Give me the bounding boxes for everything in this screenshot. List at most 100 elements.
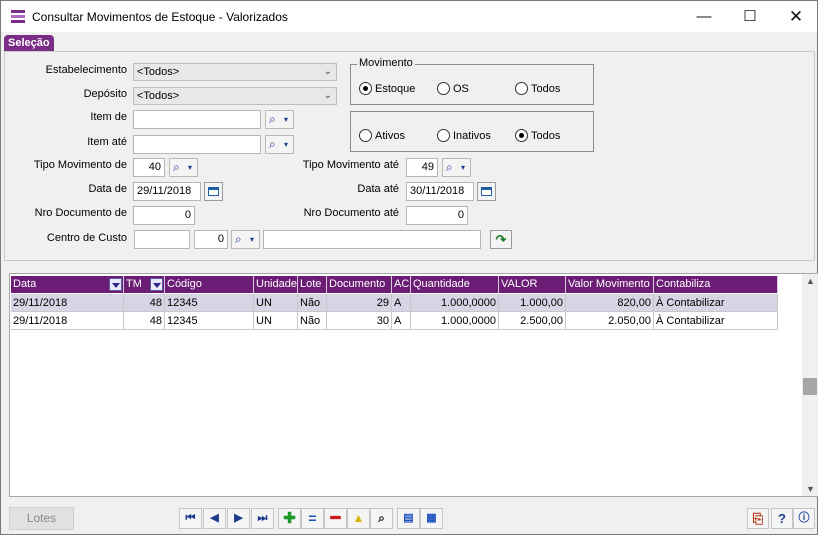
column-header-ac[interactable]: AC (392, 276, 411, 293)
search-icon: ⌕ (269, 112, 276, 126)
data-de-calendar-button[interactable] (204, 182, 223, 201)
scroll-down-icon[interactable]: ▼ (806, 484, 815, 494)
radio-unselected-icon (359, 129, 372, 142)
tipo-mov-ate-search-button[interactable]: ⌕ ▾ (442, 158, 471, 177)
nro-doc-de-label: Nro Documento de (34, 207, 127, 219)
cell-unidade: UN (254, 312, 298, 330)
column-header-unidade[interactable]: Unidade (254, 276, 298, 293)
column-header-valor[interactable]: VALOR (499, 276, 566, 293)
tipo-mov-ate-input[interactable]: 49 (406, 158, 438, 177)
scrollbar-thumb[interactable] (803, 378, 817, 395)
first-record-button[interactable]: ⏮ (179, 508, 202, 529)
close-button[interactable]: ✕ (773, 1, 818, 32)
selection-panel: Estabelecimento <Todos> ⌄ Depósito <Todo… (4, 51, 815, 261)
edit-record-button[interactable]: = (301, 508, 324, 529)
column-header-contabiliza[interactable]: Contabiliza (654, 276, 778, 293)
item-de-search-button[interactable]: ⌕ ▾ (265, 110, 294, 129)
cell-contabiliza: À Contabilizar (654, 294, 778, 312)
nro-doc-ate-input[interactable]: 0 (406, 206, 468, 225)
dropdown-arrow-icon: ▾ (461, 163, 466, 172)
results-grid[interactable]: Data TM Código Unidade Lote Documento AC… (9, 273, 818, 497)
go-arrow-icon: ↷ (495, 232, 507, 247)
export-record-button[interactable]: ▦ (420, 508, 443, 529)
column-header-tm[interactable]: TM (124, 276, 165, 293)
exit-button[interactable]: ⎘ (747, 508, 769, 529)
column-header-data[interactable]: Data (11, 276, 124, 293)
column-header-documento[interactable]: Documento (327, 276, 392, 293)
go-arrow-button[interactable]: ↷ (490, 230, 512, 249)
column-header-codigo[interactable]: Código (165, 276, 254, 293)
search-icon: ⌕ (446, 160, 453, 174)
deposito-label: Depósito (83, 88, 127, 100)
lotes-button[interactable]: Lotes (9, 507, 74, 530)
scroll-up-icon[interactable]: ▲ (806, 276, 815, 286)
maximize-button[interactable]: ☐ (727, 1, 773, 32)
radio-estoque[interactable]: Estoque (359, 82, 415, 96)
item-ate-search-button[interactable]: ⌕ ▾ (265, 135, 294, 154)
centro-custo-search-button[interactable]: ⌕ ▾ (231, 230, 260, 249)
nro-doc-ate-label: Nro Documento até (303, 207, 399, 219)
cell-quantidade: 1.000,0000 (411, 294, 499, 312)
column-header-lote[interactable]: Lote (298, 276, 327, 293)
nro-doc-de-input[interactable]: 0 (133, 206, 195, 225)
radio-os[interactable]: OS (437, 82, 469, 96)
cell-valor: 1.000,00 (499, 294, 566, 312)
radio-inativos[interactable]: Inativos (437, 129, 491, 143)
radio-mov-todos[interactable]: Todos (515, 82, 560, 96)
filter-icon[interactable] (109, 278, 122, 291)
cell-tm: 48 (124, 294, 165, 312)
cell-unidade: UN (254, 294, 298, 312)
delete-record-button[interactable]: ━ (324, 508, 347, 529)
navigator-toolbar: ⏮ ◀ ▶ ⏭ ✚ = ━ ▲ ⌕ ▤ ▦ (179, 508, 443, 529)
next-record-button[interactable]: ▶ (227, 508, 250, 529)
radio-os-label: OS (453, 83, 469, 95)
tipo-mov-de-input[interactable]: 40 (133, 158, 165, 177)
item-de-input[interactable] (133, 110, 261, 129)
last-record-button[interactable]: ⏭ (251, 508, 274, 529)
dropdown-arrow-icon: ▾ (188, 163, 193, 172)
data-ate-calendar-button[interactable] (477, 182, 496, 201)
search-icon: ⌕ (173, 160, 180, 174)
main-window: Consultar Movimentos de Estoque - Valori… (0, 0, 818, 535)
centro-custo-code-input[interactable] (134, 230, 190, 249)
chevron-down-icon: ⌄ (323, 66, 332, 77)
cell-ac: A (392, 312, 411, 330)
data-de-input[interactable]: 29/11/2018 (133, 182, 201, 201)
title-bar: Consultar Movimentos de Estoque - Valori… (1, 1, 817, 32)
window-title: Consultar Movimentos de Estoque - Valori… (32, 10, 288, 24)
filter-icon[interactable] (150, 278, 163, 291)
data-ate-input[interactable]: 30/11/2018 (406, 182, 474, 201)
view-record-button[interactable]: ▤ (397, 508, 420, 529)
grid-vertical-scrollbar[interactable]: ▲ ▼ (802, 274, 818, 496)
cell-quantidade: 1.000,0000 (411, 312, 499, 330)
movimento-group-title: Movimento (357, 57, 415, 69)
cell-valor-movimento: 820,00 (566, 294, 654, 312)
deposito-select[interactable]: <Todos> ⌄ (133, 87, 337, 105)
radio-ativos[interactable]: Ativos (359, 129, 405, 143)
radio-selected-icon (515, 129, 528, 142)
tipo-mov-de-search-button[interactable]: ⌕ ▾ (169, 158, 198, 177)
estabelecimento-select[interactable]: <Todos> ⌄ (133, 63, 337, 81)
dropdown-arrow-icon: ▾ (250, 235, 255, 244)
add-record-button[interactable]: ✚ (278, 508, 301, 529)
data-de-label: Data de (88, 183, 127, 195)
column-header-valor-movimento[interactable]: Valor Movimento (566, 276, 654, 293)
search-record-button[interactable]: ⌕ (370, 508, 393, 529)
minimize-button[interactable]: — (681, 1, 727, 32)
help-button[interactable]: ? (771, 508, 793, 529)
calendar-icon (208, 187, 219, 196)
estabelecimento-label: Estabelecimento (45, 64, 127, 76)
cell-data: 29/11/2018 (11, 312, 124, 330)
column-header-quantidade[interactable]: Quantidade (411, 276, 499, 293)
item-ate-input[interactable] (133, 135, 261, 154)
post-record-button[interactable]: ▲ (347, 508, 370, 529)
centro-custo-number-input[interactable]: 0 (194, 230, 228, 249)
radio-ativos-label: Ativos (375, 130, 405, 142)
centro-custo-description-input[interactable] (263, 230, 481, 249)
info-button[interactable]: ⓘ (793, 508, 815, 529)
cell-valor-movimento: 2.050,00 (566, 312, 654, 330)
data-ate-label: Data até (357, 183, 399, 195)
tab-selecao[interactable]: Seleção (4, 35, 54, 52)
prev-record-button[interactable]: ◀ (203, 508, 226, 529)
radio-status-todos[interactable]: Todos (515, 129, 560, 143)
